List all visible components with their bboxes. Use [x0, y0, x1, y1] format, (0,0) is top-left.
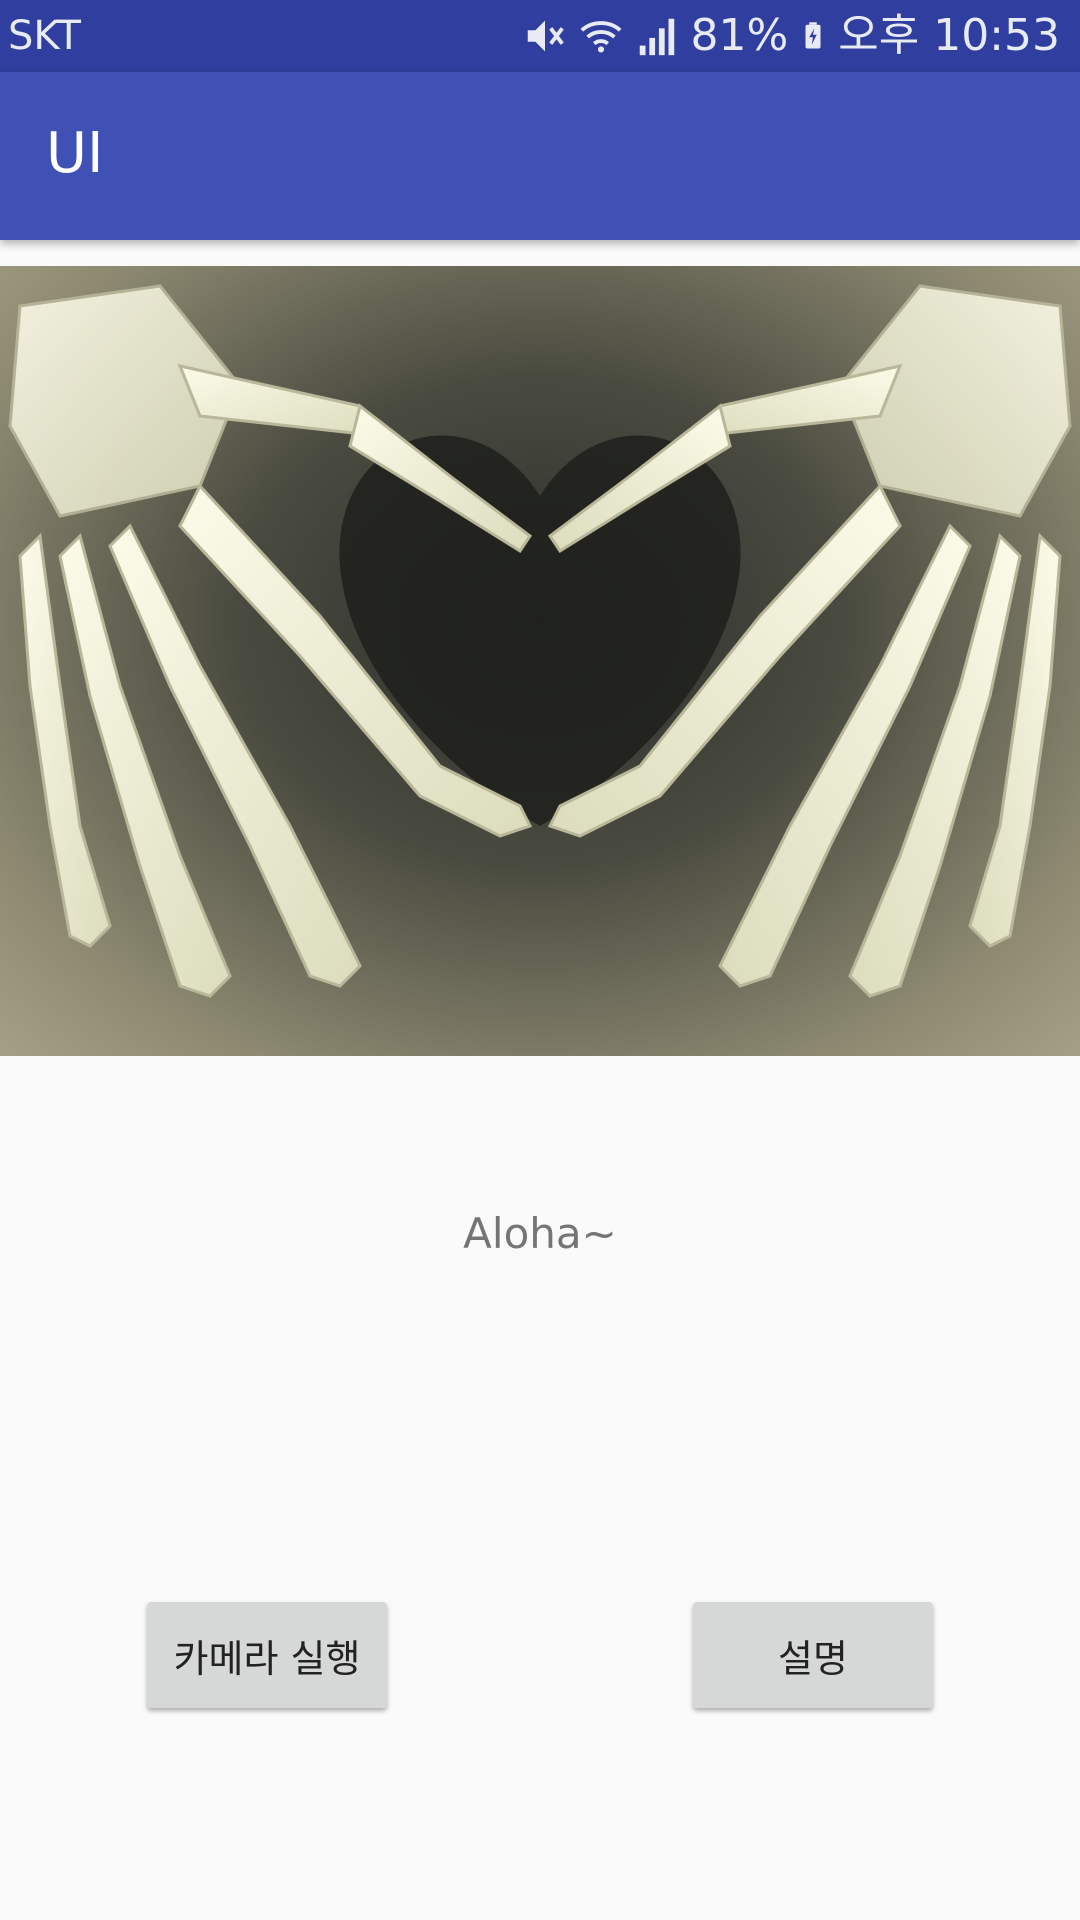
app-bar: UI	[0, 72, 1080, 240]
signal-icon	[640, 18, 675, 56]
wifi-icon	[580, 21, 622, 53]
status-bar: SKT 81% 오후 10:53	[0, 0, 1080, 72]
clock: 오후 10:53	[838, 10, 1060, 61]
carrier-label: SKT	[8, 13, 81, 59]
description-button[interactable]: 설명	[693, 1602, 933, 1708]
battery-charging-icon	[805, 22, 821, 49]
mute-icon	[528, 20, 565, 52]
xray-hands-image	[0, 266, 1080, 1056]
greeting-text: Aloha~	[463, 1209, 617, 1258]
app-title: UI	[46, 121, 104, 186]
battery-percent: 81%	[690, 10, 789, 61]
xray-hands-illustration	[8, 284, 1072, 998]
camera-launch-button[interactable]: 카메라 실행	[147, 1602, 387, 1708]
status-icons: 81% 오후 10:53	[522, 8, 1060, 64]
